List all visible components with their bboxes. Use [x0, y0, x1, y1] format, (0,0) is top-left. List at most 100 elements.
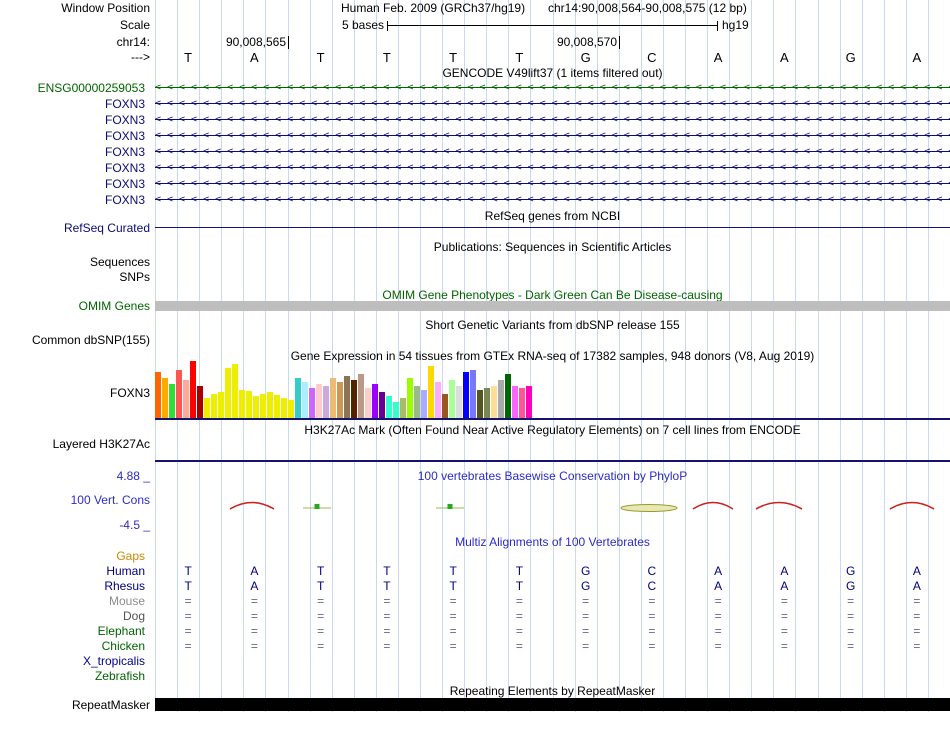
gtex-expression-bar[interactable]	[239, 390, 245, 418]
refseq-curated-label[interactable]: RefSeq Curated	[0, 221, 150, 235]
gtex-expression-bar[interactable]	[246, 391, 252, 418]
transcript-line[interactable]: <<<<<<<<<<<<<<<<<<<<<<<<<<<<<<<<<<<<<<<<…	[155, 192, 950, 208]
gtex-expression-bar[interactable]	[281, 398, 287, 418]
multiz-species-label[interactable]: Elephant	[0, 624, 150, 639]
gene-label[interactable]: FOXN3	[0, 160, 150, 176]
transcript-line[interactable]: <<<<<<<<<<<<<<<<<<<<<<<<<<<<<<<<<<<<<<<<…	[155, 144, 950, 160]
gtex-expression-bar[interactable]	[190, 361, 196, 418]
gtex-expression-bar[interactable]	[176, 370, 182, 418]
gtex-expression-bar[interactable]	[435, 382, 441, 418]
transcript-line[interactable]: <<<<<<<<<<<<<<<<<<<<<<<<<<<<<<<<<<<<<<<<…	[155, 112, 950, 128]
transcript-line[interactable]: <<<<<<<<<<<<<<<<<<<<<<<<<<<<<<<<<<<<<<<<…	[155, 96, 950, 112]
gtex-expression-bar[interactable]	[372, 384, 378, 418]
conservation-track-label[interactable]: 100 Vert. Cons	[0, 493, 150, 507]
multiz-base: =	[847, 639, 855, 653]
transcript-line[interactable]: <<<<<<<<<<<<<<<<<<<<<<<<<<<<<<<<<<<<<<<<…	[155, 176, 950, 192]
h3k27ac-track-label[interactable]: Layered H3K27Ac	[0, 437, 150, 451]
publications-sequences-label[interactable]: Sequences	[0, 255, 150, 269]
dbsnp-track-label[interactable]: Common dbSNP(155)	[0, 333, 150, 347]
multiz-species-label[interactable]: Human	[0, 564, 150, 579]
gene-label[interactable]: FOXN3	[0, 144, 150, 160]
gtex-expression-bar[interactable]	[197, 386, 203, 418]
gtex-expression-bar[interactable]	[421, 390, 427, 418]
gtex-expression-bar[interactable]	[400, 398, 406, 418]
gtex-expression-bar[interactable]	[519, 388, 525, 418]
gtex-expression-bar[interactable]	[379, 392, 385, 418]
gtex-expression-bar[interactable]	[155, 372, 161, 418]
transcript-line[interactable]: <<<<<<<<<<<<<<<<<<<<<<<<<<<<<<<<<<<<<<<<…	[155, 128, 950, 144]
gtex-expression-bar[interactable]	[477, 390, 483, 418]
multiz-species-label[interactable]: Gaps	[0, 549, 150, 564]
gtex-gene-line[interactable]	[155, 418, 950, 420]
repeatmasker-element-bar[interactable]	[155, 698, 950, 711]
gtex-expression-bar[interactable]	[204, 398, 210, 418]
gtex-expression-bar[interactable]	[232, 364, 238, 418]
gtex-expression-bar[interactable]	[393, 402, 399, 418]
publications-snps-label[interactable]: SNPs	[0, 270, 150, 284]
gtex-expression-bar[interactable]	[218, 392, 224, 418]
gtex-expression-bar[interactable]	[330, 378, 336, 418]
gtex-expression-bar[interactable]	[463, 372, 469, 418]
gtex-expression-bar[interactable]	[526, 386, 532, 418]
multiz-species-label[interactable]: Zebrafish	[0, 669, 150, 684]
gtex-expression-bar[interactable]	[512, 386, 518, 418]
gtex-expression-bar[interactable]	[323, 386, 329, 418]
gtex-expression-bar[interactable]	[316, 384, 322, 418]
gene-label[interactable]: FOXN3	[0, 96, 150, 112]
multiz-species-label[interactable]: Chicken	[0, 639, 150, 654]
gene-label[interactable]: FOXN3	[0, 128, 150, 144]
transcript-line[interactable]: <<<<<<<<<<<<<<<<<<<<<<<<<<<<<<<<<<<<<<<<…	[155, 80, 950, 96]
omim-gene-bar[interactable]	[155, 301, 950, 311]
gtex-expression-bar[interactable]	[344, 376, 350, 418]
transcript-line[interactable]: <<<<<<<<<<<<<<<<<<<<<<<<<<<<<<<<<<<<<<<<…	[155, 160, 950, 176]
gtex-expression-bar[interactable]	[288, 400, 294, 418]
gtex-expression-bar[interactable]	[183, 380, 189, 418]
gtex-expression-bar[interactable]	[491, 386, 497, 418]
gtex-expression-bar[interactable]	[484, 388, 490, 418]
gtex-expression-bar[interactable]	[253, 396, 259, 418]
strand-arrows-left: <<<<<<<<<<<<<<<<<<<<<<<<<<<<<<<<<<<<<<<<…	[155, 114, 950, 125]
gtex-gene-label[interactable]: FOXN3	[0, 386, 150, 400]
conservation-plot[interactable]	[155, 471, 950, 526]
multiz-species-label[interactable]: Rhesus	[0, 579, 150, 594]
gene-label[interactable]: FOXN3	[0, 112, 150, 128]
gtex-expression-bar[interactable]	[225, 368, 231, 418]
multiz-species-label[interactable]: Mouse	[0, 594, 150, 609]
gtex-expression-bar[interactable]	[351, 380, 357, 418]
refseq-gene-line[interactable]	[155, 227, 950, 228]
multiz-base: G	[580, 564, 591, 578]
gtex-expression-bar[interactable]	[358, 374, 364, 418]
gtex-expression-bar[interactable]	[407, 378, 413, 418]
gtex-expression-bar[interactable]	[428, 366, 434, 418]
gtex-expression-bar[interactable]	[169, 384, 175, 418]
gtex-expression-bar[interactable]	[365, 388, 371, 418]
gene-label[interactable]: FOXN3	[0, 176, 150, 192]
gtex-expression-bar[interactable]	[470, 370, 476, 418]
gtex-expression-bar[interactable]	[498, 380, 504, 418]
multiz-base: G	[845, 579, 856, 593]
multiz-species-label[interactable]: Dog	[0, 609, 150, 624]
gene-label[interactable]: FOXN3	[0, 192, 150, 208]
multiz-species-label[interactable]: X_tropicalis	[0, 654, 150, 669]
gtex-expression-bar[interactable]	[337, 382, 343, 418]
gene-transcript-row: FOXN3 <<<<<<<<<<<<<<<<<<<<<<<<<<<<<<<<<<<…	[0, 144, 950, 160]
base-letter: T	[382, 50, 391, 65]
gtex-expression-bar[interactable]	[456, 386, 462, 418]
gtex-expression-bar[interactable]	[309, 388, 315, 418]
gtex-expression-bar[interactable]	[505, 374, 511, 418]
gtex-expression-bar[interactable]	[267, 392, 273, 418]
gtex-expression-bar[interactable]	[442, 394, 448, 418]
omim-genes-label[interactable]: OMIM Genes	[0, 299, 150, 313]
gtex-expression-bar[interactable]	[414, 386, 420, 418]
gtex-expression-bar[interactable]	[295, 378, 301, 418]
gtex-expression-bar[interactable]	[211, 394, 217, 418]
gtex-expression-bar[interactable]	[162, 378, 168, 418]
strand-arrows-left: <<<<<<<<<<<<<<<<<<<<<<<<<<<<<<<<<<<<<<<<…	[155, 130, 950, 141]
gtex-expression-bar[interactable]	[386, 396, 392, 418]
gtex-expression-bar[interactable]	[260, 394, 266, 418]
repeatmasker-track-label[interactable]: RepeatMasker	[0, 698, 150, 712]
gtex-expression-bar[interactable]	[449, 380, 455, 418]
gtex-expression-bar[interactable]	[274, 395, 280, 418]
gtex-expression-bar[interactable]	[302, 382, 308, 418]
gene-label[interactable]: ENSG00000259053	[0, 80, 150, 96]
